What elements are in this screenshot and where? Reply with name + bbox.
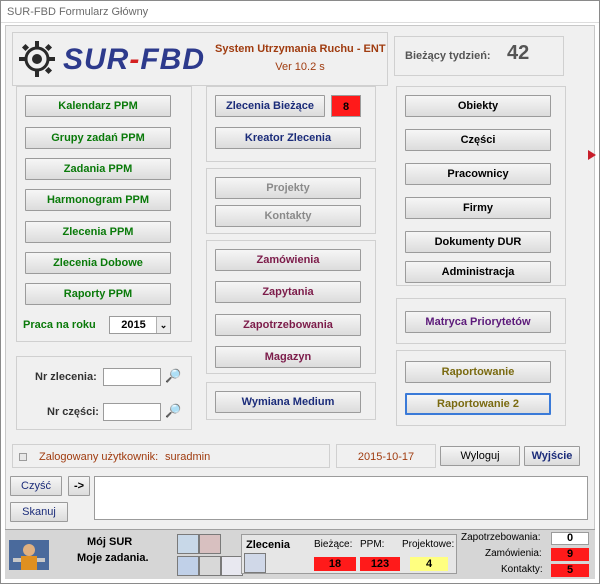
administracja-button[interactable]: Administracja: [405, 261, 551, 283]
orders-value: 9: [551, 548, 589, 561]
current-orders-label: Bieżące:: [314, 539, 353, 550]
week-label: Bieżący tydzień:: [405, 50, 491, 62]
ppm-label: PPM:: [360, 539, 385, 550]
logout-button[interactable]: Wyloguj: [440, 446, 520, 466]
magazyn-button[interactable]: Magazyn: [215, 346, 361, 368]
requisitions-label: Zapotrzebowania:: [461, 532, 541, 543]
obiekty-button[interactable]: Obiekty: [405, 95, 551, 117]
date-panel: 2015-10-17: [336, 444, 436, 468]
year-select[interactable]: 2015 ⌄: [109, 316, 171, 334]
dokumenty-dur-button[interactable]: Dokumenty DUR: [405, 231, 551, 253]
zlecenia-biezace-button[interactable]: Zlecenia Bieżące: [215, 95, 325, 117]
report-panel: Raportowanie Raportowanie 2: [396, 350, 566, 426]
project-orders-value: 4: [410, 557, 448, 571]
matryca-priorytetow-button[interactable]: Matryca Priorytetów: [405, 311, 551, 333]
orders-summary-panel: Zlecenia Bieżące: 18 PPM: 123 Projektowe…: [241, 534, 457, 574]
objects-panel: Obiekty Części Pracownicy Firmy Dokument…: [396, 86, 566, 286]
grupy-zadan-ppm-button[interactable]: Grupy zadań PPM: [25, 127, 171, 149]
main-window: SUR-FBD Formularz Główny SUR-FBD System …: [0, 0, 600, 584]
matrix-panel: Matryca Priorytetów: [396, 298, 566, 344]
orders-panel: Zlecenia Bieżące 8 Kreator Zlecenia: [206, 86, 376, 162]
purchasing-panel: Zamówienia Zapytania Zapotrzebowania Mag…: [206, 240, 376, 374]
avatar: [9, 540, 49, 570]
gear-logo-icon: [19, 41, 55, 77]
binoculars-icon[interactable]: 🔎: [165, 403, 181, 419]
raportowanie-button[interactable]: Raportowanie: [405, 361, 551, 383]
wymiana-medium-button[interactable]: Wymiana Medium: [215, 391, 361, 413]
version-label: Ver 10.2 s: [275, 61, 325, 73]
worker-avatar-icon: [9, 540, 49, 570]
scan-input[interactable]: [94, 476, 588, 520]
raporty-ppm-button[interactable]: Raporty PPM: [25, 283, 171, 305]
week-value: 42: [507, 42, 530, 64]
project-orders-label: Projektowe:: [402, 539, 455, 550]
clear-button[interactable]: Czyść: [10, 476, 62, 496]
user-label: Zalogowany użytkownik:: [39, 451, 159, 463]
exit-button[interactable]: Wyjście: [524, 446, 580, 466]
kontakty-button[interactable]: Kontakty: [215, 205, 361, 227]
year-select-value: 2015: [121, 319, 146, 331]
people-icon[interactable]: [199, 534, 221, 554]
users-icon[interactable]: [177, 556, 199, 576]
current-orders-count: 8: [331, 95, 361, 117]
part-number-input[interactable]: [103, 403, 161, 421]
order-number-label: Nr zlecenia:: [35, 371, 97, 383]
sur-icon[interactable]: [244, 553, 266, 573]
orders-label: Zamówienia:: [485, 548, 542, 559]
settings-icon[interactable]: [199, 556, 221, 576]
zapytania-button[interactable]: Zapytania: [215, 281, 361, 303]
ppm-panel: Kalendarz PPM Grupy zadań PPM Zadania PP…: [16, 86, 192, 342]
kalendarz-ppm-button[interactable]: Kalendarz PPM: [25, 95, 171, 117]
projekty-button[interactable]: Projekty: [215, 177, 361, 199]
week-panel: Bieżący tydzień: 42: [394, 36, 564, 76]
header-panel: SUR-FBD System Utrzymania Ruchu - ENT Ve…: [12, 32, 388, 86]
harmonogram-ppm-button[interactable]: Harmonogram PPM: [25, 189, 171, 211]
system-name: System Utrzymania Ruchu - ENT: [215, 43, 386, 55]
status-indicator: [19, 453, 27, 461]
zamowienia-button[interactable]: Zamówienia: [215, 249, 361, 271]
contacts-label: Kontakty:: [501, 564, 543, 575]
chevron-down-icon[interactable]: ⌄: [156, 317, 170, 333]
zadania-ppm-button[interactable]: Zadania PPM: [25, 158, 171, 180]
zapotrzebowania-button[interactable]: Zapotrzebowania: [215, 314, 361, 336]
projects-panel: Projekty Kontakty: [206, 168, 376, 234]
calendar-icon[interactable]: [177, 534, 199, 554]
client-area: SUR-FBD System Utrzymania Ruchu - ENT Ve…: [5, 25, 596, 577]
window-title: SUR-FBD Formularz Główny: [7, 6, 149, 18]
czesci-button[interactable]: Części: [405, 129, 551, 151]
title-bar: SUR-FBD Formularz Główny: [1, 1, 599, 23]
contacts-value: 5: [551, 564, 589, 577]
kreator-zlecenia-button[interactable]: Kreator Zlecenia: [215, 127, 361, 149]
expand-arrow-icon[interactable]: [588, 150, 596, 160]
ppm-value: 123: [360, 557, 400, 571]
app-logo: SUR-FBD: [63, 43, 205, 76]
zlecenia-ppm-button[interactable]: Zlecenia PPM: [25, 221, 171, 243]
current-date: 2015-10-17: [357, 451, 415, 463]
requisitions-value: 0: [551, 532, 589, 545]
search-panel: Nr zlecenia: 🔎 Nr części: 🔎: [16, 356, 192, 430]
my-tasks-subtitle: Moje zadania.: [77, 552, 149, 564]
user-value: suradmin: [165, 451, 211, 463]
arrow-button[interactable]: ->: [68, 476, 90, 496]
document-icon[interactable]: [221, 556, 243, 576]
order-number-input[interactable]: [103, 368, 161, 386]
medium-panel: Wymiana Medium: [206, 382, 376, 420]
binoculars-icon[interactable]: 🔎: [165, 368, 181, 384]
user-status-panel: Zalogowany użytkownik: suradmin: [12, 444, 330, 468]
scan-button[interactable]: Skanuj: [10, 502, 68, 522]
part-number-label: Nr części:: [47, 406, 99, 418]
orders-summary-title: Zlecenia: [246, 539, 291, 551]
zlecenia-dobowe-button[interactable]: Zlecenia Dobowe: [25, 252, 171, 274]
pracownicy-button[interactable]: Pracownicy: [405, 163, 551, 185]
firmy-button[interactable]: Firmy: [405, 197, 551, 219]
year-label: Praca na roku: [23, 319, 96, 331]
my-sur-title: Mój SUR: [87, 536, 133, 548]
current-orders-value: 18: [314, 557, 356, 571]
bottom-bar: Mój SUR Moje zadania. Zlecenia Bieżące: …: [5, 529, 595, 579]
raportowanie-2-button[interactable]: Raportowanie 2: [405, 393, 551, 415]
